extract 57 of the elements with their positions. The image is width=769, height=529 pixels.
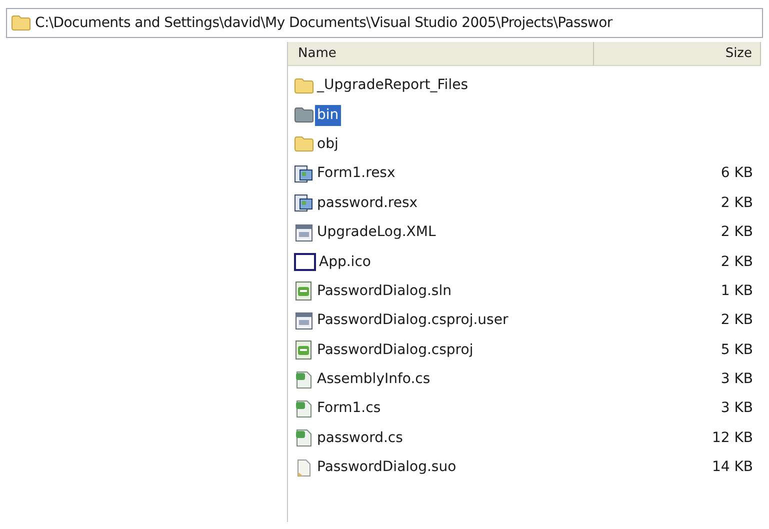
code-file-icon — [294, 398, 314, 419]
file-name: password.resx — [316, 194, 419, 213]
file-size: 2 KB — [720, 223, 753, 242]
file-name: Form1.cs — [316, 399, 382, 418]
file-size: 3 KB — [720, 370, 753, 390]
file-row[interactable]: password.cs 12 KB — [288, 424, 761, 454]
file-size: 2 KB — [720, 194, 753, 213]
file-size: 2 KB — [720, 311, 753, 330]
document-icon — [294, 222, 314, 243]
file-name: AssemblyInfo.cs — [316, 370, 432, 390]
folder-icon — [294, 136, 314, 152]
file-row[interactable]: AssemblyInfo.cs 3 KB — [288, 364, 761, 394]
file-name: obj — [316, 134, 340, 154]
file-size: 5 KB — [720, 340, 753, 360]
file-row[interactable]: Form1.cs 3 KB — [288, 394, 761, 424]
folder-icon — [294, 78, 314, 94]
column-header[interactable]: Size — [594, 42, 761, 65]
file-row[interactable]: obj — [288, 130, 761, 160]
file-row[interactable]: PasswordDialog.sln 1 KB — [288, 276, 761, 306]
folder-icon — [11, 15, 31, 31]
address-bar[interactable]: C:\Documents and Settings\david\My Documents\Visual Studio 2005\Projects\Passwor — [6, 8, 763, 38]
project-icon — [294, 281, 314, 302]
form-icon — [294, 193, 314, 214]
file-row[interactable]: PasswordDialog.suo 14 KB — [288, 453, 761, 482]
document-icon — [294, 310, 314, 331]
file-name: PasswordDialog.suo — [316, 458, 458, 478]
file-size: 3 KB — [720, 399, 753, 418]
file-size: 14 KB — [712, 458, 753, 478]
file-size: 2 KB — [720, 252, 753, 272]
file-row[interactable]: App.ico 2 KB — [288, 247, 761, 277]
code-file-icon — [294, 370, 314, 390]
file-name: PasswordDialog.csproj.user — [316, 311, 510, 330]
file-name: UpgradeLog.XML — [316, 223, 437, 242]
folder-icon — [294, 107, 314, 124]
file-name: Form1.resx — [316, 164, 396, 184]
file-size: 6 KB — [720, 164, 753, 184]
file-row[interactable]: password.resx 2 KB — [288, 188, 761, 218]
column-header[interactable]: Name — [288, 42, 594, 65]
file-name: password.cs — [316, 428, 404, 448]
file-size: 1 KB — [720, 282, 753, 301]
file-row[interactable]: PasswordDialog.csproj 5 KB — [288, 336, 761, 365]
file-name: PasswordDialog.csproj — [316, 340, 474, 360]
code-file-icon — [294, 428, 314, 448]
blank-icon — [294, 252, 316, 272]
file-row[interactable]: _UpgradeReport_Files — [288, 71, 761, 100]
file-name: _UpgradeReport_Files — [316, 76, 469, 96]
file-name: App.ico — [318, 252, 372, 272]
file-name: bin — [315, 104, 341, 126]
address-path: C:\Documents and Settings\david\My Documents\Visual Studio 2005\Projects\Passwor — [35, 14, 612, 32]
file-row[interactable]: UpgradeLog.XML 2 KB — [288, 218, 761, 248]
file-row[interactable]: PasswordDialog.csproj.user 2 KB — [288, 306, 761, 336]
form-icon — [294, 164, 314, 184]
file-row[interactable]: Form1.resx 6 KB — [288, 159, 761, 189]
file-name: PasswordDialog.sln — [316, 282, 452, 301]
project-icon — [294, 340, 314, 360]
file-size: 12 KB — [712, 428, 753, 448]
file-row[interactable]: bin — [288, 100, 761, 130]
